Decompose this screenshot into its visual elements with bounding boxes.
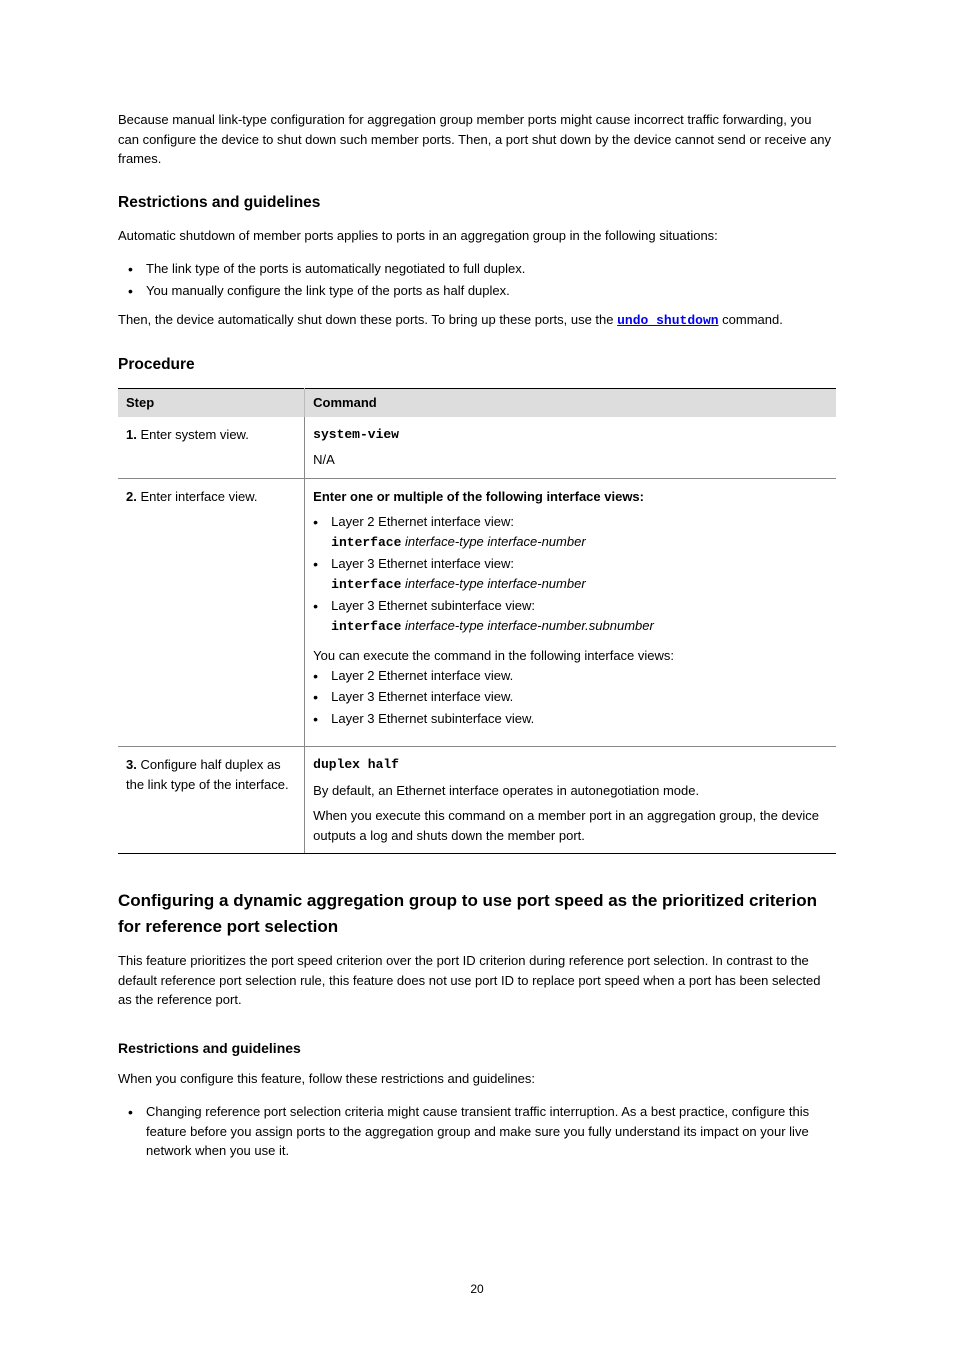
section-restrictions-guidelines-title: Restrictions and guidelines [118,191,836,214]
cmd2-item1: Layer 2 Ethernet interface view: interfac… [331,512,828,552]
cmd2-item1-code: interface [331,535,401,550]
cmd2-desc-item3: Layer 3 Ethernet subinterface view. [331,709,828,729]
section3-para: This feature prioritizes the port speed … [118,951,836,1010]
table-row: 3. Configure half duplex as the link typ… [118,747,836,854]
step-num-3: 3. [126,757,137,772]
cmd-desc-1: N/A [313,450,828,470]
procedure-title: Procedure [118,353,836,376]
col-command: Command [305,389,836,417]
table-header-row: Step Command [118,389,836,417]
section1-bullet-1: The link type of the ports is automatica… [146,259,836,279]
section1-bullet-2: You manually configure the link type of … [146,281,836,301]
table-row: 2. Enter interface view. Enter one or mu… [118,478,836,747]
section4-bullet-1: Changing reference port selection criter… [146,1102,836,1161]
cmd2-item1-args: interface-type interface-number [405,534,586,549]
section4-bullets: Changing reference port selection criter… [118,1102,836,1161]
section4-title: Restrictions and guidelines [118,1038,836,1059]
section1-para1: Automatic shutdown of member ports appli… [118,226,836,246]
cmd2-item2-args: interface-type interface-number [405,576,586,591]
cmd2-item2-label: Layer 3 Ethernet interface view: [331,556,514,571]
undo-shutdown-link[interactable]: undo shutdown [617,313,718,328]
cmd2-desc-item1: Layer 2 Ethernet interface view. [331,666,828,686]
cmd-systemview: system-view [313,425,828,445]
cmd2-item2-code: interface [331,577,401,592]
section3-title: Configuring a dynamic aggregation group … [118,888,836,939]
cmd2-desc-item2: Layer 3 Ethernet interface view. [331,687,828,707]
col-step: Step [118,389,305,417]
step-label-1: Enter system view. [140,427,248,442]
cmd2-desc-head: You can execute the command in the follo… [313,646,828,666]
section4-para1: When you configure this feature, follow … [118,1069,836,1089]
step-num-1: 1. [126,427,137,442]
cmd-head-2: Enter one or multiple of the following i… [313,487,828,507]
section1-after-suffix: command. [719,312,783,327]
step-label-3: Configure half duplex as the link type o… [126,757,289,792]
section1-after-prefix: Then, the device automatically shut down… [118,312,617,327]
step-num-2: 2. [126,489,137,504]
page-number: 20 [0,1280,954,1298]
procedure-table: Step Command 1. Enter system view. syste… [118,388,836,854]
cmd3-desc2: When you execute this command on a membe… [313,806,828,845]
cmd2-desc-list: Layer 2 Ethernet interface view. Layer 3… [313,666,828,729]
cmd-duplex: duplex half [313,755,828,775]
cmd2-item3-label: Layer 3 Ethernet subinterface view: [331,598,535,613]
cmd2-item1-label: Layer 2 Ethernet interface view: [331,514,514,529]
cmd2-item2: Layer 3 Ethernet interface view: interfac… [331,554,828,594]
cmd3-desc1: By default, an Ethernet interface operat… [313,781,828,801]
section1-after: Then, the device automatically shut down… [118,310,836,331]
cmd2-item3: Layer 3 Ethernet subinterface view: inter… [331,596,828,636]
step-label-2: Enter interface view. [140,489,257,504]
section1-bullets: The link type of the ports is automatica… [118,259,836,300]
cmd2-item3-code: interface [331,619,401,634]
intro-paragraph: Because manual link-type configuration f… [118,110,836,169]
table-row: 1. Enter system view. system-view N/A [118,417,836,479]
cmd2-item3-args: interface-type interface-number.subnumbe… [405,618,654,633]
cmd-list-2: Layer 2 Ethernet interface view: interfac… [313,512,828,636]
